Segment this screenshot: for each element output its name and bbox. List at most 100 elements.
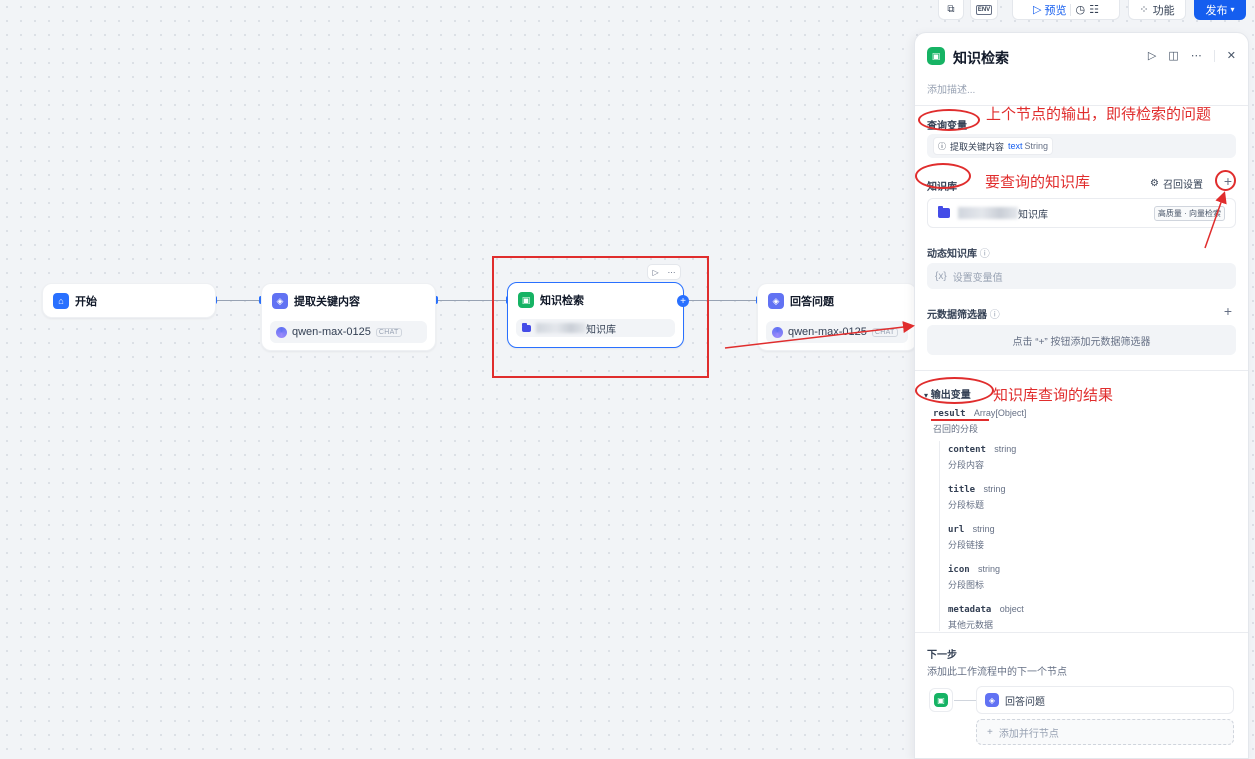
node-answer[interactable]: ◈ 回答问题 qwen-max-0125 CHAT xyxy=(757,283,917,351)
preview-button[interactable]: ▷ 预览 xyxy=(1033,2,1066,18)
annotation-result-note: 知识库查询的结果 xyxy=(993,387,1114,404)
output-children: content string 分段内容 title string 分段标题 ur… xyxy=(939,441,1233,631)
metadata-filter-label: 元数据筛选器 ⓘ xyxy=(927,306,1000,321)
history-icon: ◷ xyxy=(1075,4,1086,16)
checklist-button[interactable]: ☷ xyxy=(1089,3,1099,16)
qwen-logo-icon xyxy=(772,326,783,338)
panel-title[interactable]: 知识检索 xyxy=(953,48,1009,68)
dynamic-kb-placeholder: 设置变量值 xyxy=(952,272,1003,284)
output-field-desc: 分段标题 xyxy=(948,500,985,510)
preview-toolbar: ▷ 预览 ◷ ☷ xyxy=(1012,0,1120,20)
variable-type: String xyxy=(1024,141,1049,151)
publish-button[interactable]: 发布 ▾ xyxy=(1194,0,1246,20)
output-field-desc: 其他元数据 xyxy=(948,620,994,630)
model-name: qwen-max-0125 xyxy=(788,326,867,338)
panel-actions: ▷ ◫ ⋯ ✕ xyxy=(1148,49,1236,62)
play-icon: ▷ xyxy=(1033,4,1042,16)
help-circle-icon[interactable]: ⓘ xyxy=(980,249,990,260)
node-start-header: ⌂ 开始 xyxy=(53,293,97,309)
output-field-name: metadata xyxy=(948,605,992,615)
annotation-circle-query xyxy=(918,109,980,131)
next-node-item[interactable]: ◈ 回答问题 xyxy=(976,686,1234,714)
annotation-box-kb-node xyxy=(492,256,709,378)
dynamic-kb-input[interactable]: {x} 设置变量值 xyxy=(927,263,1236,289)
output-field-name: url xyxy=(948,525,965,535)
chat-badge: CHAT xyxy=(871,327,898,337)
variable-source-node: 提取关键内容 xyxy=(950,141,1005,152)
add-parallel-node-button[interactable]: + 添加并行节点 xyxy=(976,719,1234,745)
output-tree: result Array[Object] 召回的分段 content strin… xyxy=(933,405,1233,641)
knowledge-item[interactable]: 知识库 高质量 · 向量检索 xyxy=(927,198,1236,228)
model-name: qwen-max-0125 xyxy=(292,326,371,338)
chat-badge: CHAT xyxy=(375,327,402,337)
output-field: title string 分段标题 xyxy=(948,481,1233,511)
llm-icon: ◈ xyxy=(272,293,288,309)
recall-settings-label: 召回设置 xyxy=(1163,180,1203,191)
dynamic-kb-text: 动态知识库 xyxy=(927,249,977,260)
section-divider xyxy=(915,632,1248,633)
output-field-desc: 分段图标 xyxy=(948,580,985,590)
panel-toggle-icon: ⧉ xyxy=(947,4,955,15)
publish-label: 发布 xyxy=(1205,4,1228,17)
add-parallel-label: 添加并行节点 xyxy=(998,728,1059,740)
query-variable-chip[interactable]: ⓘ 提取关键内容 text String xyxy=(933,137,1054,155)
annotation-circle-add xyxy=(1215,170,1236,191)
next-node-title: 回答问题 xyxy=(1005,696,1045,708)
preview-label: 预览 xyxy=(1044,4,1067,17)
toggle-panel-button[interactable]: ⧉ xyxy=(938,0,964,20)
model-selector: qwen-max-0125 CHAT xyxy=(270,321,427,343)
annotation-circle-output xyxy=(915,377,994,404)
description-input[interactable]: 添加描述... xyxy=(927,81,975,96)
close-icon[interactable]: ✕ xyxy=(1227,49,1236,62)
add-metadata-filter-button[interactable]: + xyxy=(1224,303,1232,319)
annotation-kb-note: 要查询的知识库 xyxy=(985,174,1091,191)
next-step-label: 下一步 xyxy=(927,650,957,661)
env-icon: ENV xyxy=(975,4,993,15)
recall-settings-button[interactable]: ⚙ 召回设置 xyxy=(1150,176,1203,191)
output-field-name: title xyxy=(948,485,976,495)
help-circle-icon[interactable]: ⓘ xyxy=(990,310,1000,321)
env-button[interactable]: ENV xyxy=(970,0,998,20)
history-button[interactable]: ◷ xyxy=(1075,3,1085,16)
features-label: 功能 xyxy=(1152,4,1175,17)
output-field: url string 分段链接 xyxy=(948,521,1233,551)
edge-start-extract xyxy=(216,300,261,301)
output-root-type: Array[Object] xyxy=(973,408,1027,418)
output-field-type: string xyxy=(983,484,1006,494)
knowledge-suffix: 知识库 xyxy=(1018,209,1048,221)
node-start[interactable]: ⌂ 开始 xyxy=(42,283,216,318)
variable-source-icon: ⓘ xyxy=(938,141,946,151)
toolbar-divider xyxy=(1070,3,1072,16)
model-selector: qwen-max-0125 CHAT xyxy=(766,321,908,343)
annotation-circle-kb xyxy=(915,163,971,189)
metadata-filter-empty: 点击 “+” 按钮添加元数据筛选器 xyxy=(927,325,1236,355)
node-start-title: 开始 xyxy=(75,296,97,308)
node-extract-header: ◈ 提取关键内容 xyxy=(272,293,360,309)
node-extract[interactable]: ◈ 提取关键内容 qwen-max-0125 CHAT xyxy=(261,283,436,351)
folder-icon xyxy=(938,206,950,218)
output-field-name: content xyxy=(948,445,986,455)
next-step-desc: 添加此工作流程中的下一个节点 xyxy=(927,667,1067,678)
node-answer-header: ◈ 回答问题 xyxy=(768,293,834,309)
output-root-name: result xyxy=(933,409,966,419)
qwen-logo-icon xyxy=(276,326,287,338)
annotation-query-note: 上个节点的输出，即待检索的问题 xyxy=(986,106,1212,123)
annotation-underline-result xyxy=(931,419,989,421)
variable-name: text xyxy=(1008,141,1023,151)
help-doc-icon[interactable]: ◫ xyxy=(1168,49,1178,62)
redacted-kb-name xyxy=(958,207,1018,219)
apps-icon: ⁘ xyxy=(1139,4,1149,16)
more-icon[interactable]: ⋯ xyxy=(1191,49,1202,62)
run-icon[interactable]: ▷ xyxy=(1148,49,1156,62)
retrieval-mode-badge: 高质量 · 向量检索 xyxy=(1153,205,1225,221)
llm-icon: ◈ xyxy=(768,293,784,309)
plus-icon: + xyxy=(987,726,993,738)
settings-sliders-icon: ⚙ xyxy=(1150,178,1159,189)
output-field: metadata object 其他元数据 xyxy=(948,601,1233,631)
output-field-type: string xyxy=(978,564,1001,574)
metadata-filter-text: 元数据筛选器 xyxy=(927,310,987,321)
output-field-desc: 分段内容 xyxy=(948,460,985,470)
next-step-source-node: ▣ xyxy=(929,688,953,712)
output-field: content string 分段内容 xyxy=(948,441,1233,471)
features-button[interactable]: ⁘ 功能 xyxy=(1128,0,1186,20)
